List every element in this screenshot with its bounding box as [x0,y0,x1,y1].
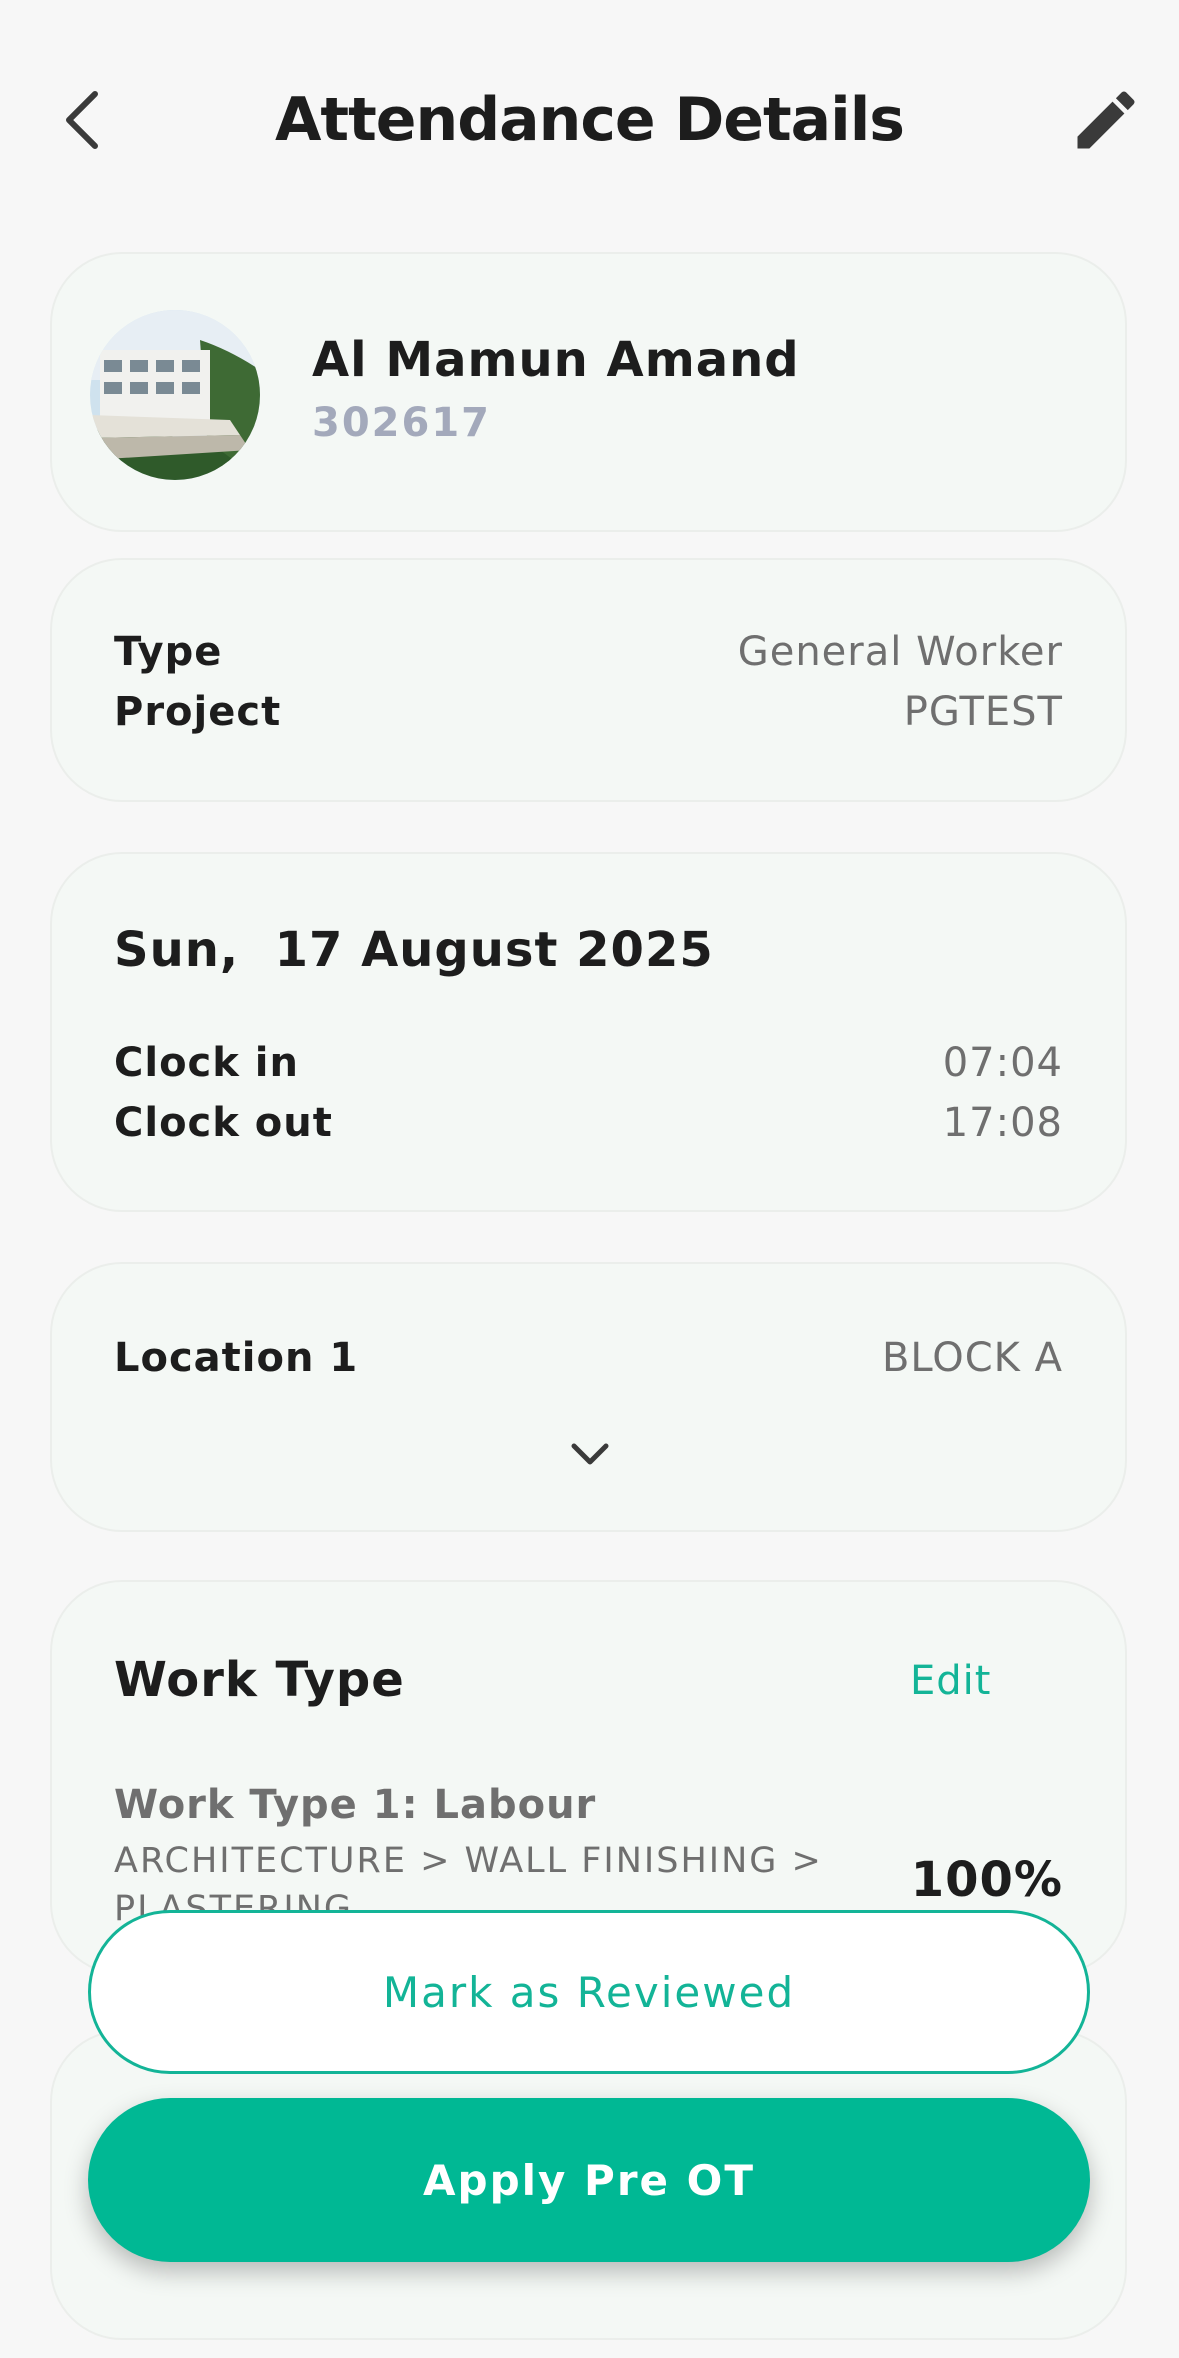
clock-out-row: Clock out 17:08 [114,1093,1063,1153]
location-row: Location 1 BLOCK A [114,1328,1063,1388]
mark-reviewed-button[interactable]: Mark as Reviewed [88,1910,1090,2074]
attendance-card: Sun, 17 August 2025 Clock in 07:04 Clock… [50,852,1127,1212]
clock-in-label: Clock in [114,1040,299,1086]
clock-out-value: 17:08 [942,1100,1063,1146]
clock-in-row: Clock in 07:04 [114,1033,1063,1093]
work-type-edit-link[interactable]: Edit [910,1658,991,1704]
worker-info-card: Type General Worker Project PGTEST [50,558,1127,802]
work-type-title: Work Type [114,1652,405,1708]
page-title: Attendance Details [274,85,905,155]
clock-in-value: 07:04 [942,1040,1063,1086]
avatar [90,310,260,480]
pencil-icon [1077,91,1135,149]
worker-id: 302617 [312,400,491,446]
attendance-date: Sun, 17 August 2025 [114,922,714,978]
clock-out-label: Clock out [114,1100,333,1146]
work-type-item-title: Work Type 1: Labour [114,1782,597,1828]
worker-profile-card: Al Mamun Amand 302617 [50,252,1127,532]
expand-toggle[interactable] [562,1434,618,1474]
location-label: Location 1 [114,1335,359,1381]
type-label: Type [114,629,223,675]
project-label: Project [114,689,282,735]
location-value: BLOCK A [881,1335,1063,1381]
type-row: Type General Worker [114,622,1063,682]
app-header: Attendance Details [0,0,1179,240]
worker-name: Al Mamun Amand [312,332,800,388]
work-type-item-percent: 100% [910,1852,1063,1908]
apply-pre-ot-button[interactable]: Apply Pre OT [88,2098,1090,2262]
location-card[interactable]: Location 1 BLOCK A [50,1262,1127,1532]
edit-button[interactable] [1068,82,1144,158]
type-value: General Worker [737,629,1063,675]
project-row: Project PGTEST [114,682,1063,742]
chevron-down-icon [571,1443,609,1465]
project-value: PGTEST [903,689,1063,735]
